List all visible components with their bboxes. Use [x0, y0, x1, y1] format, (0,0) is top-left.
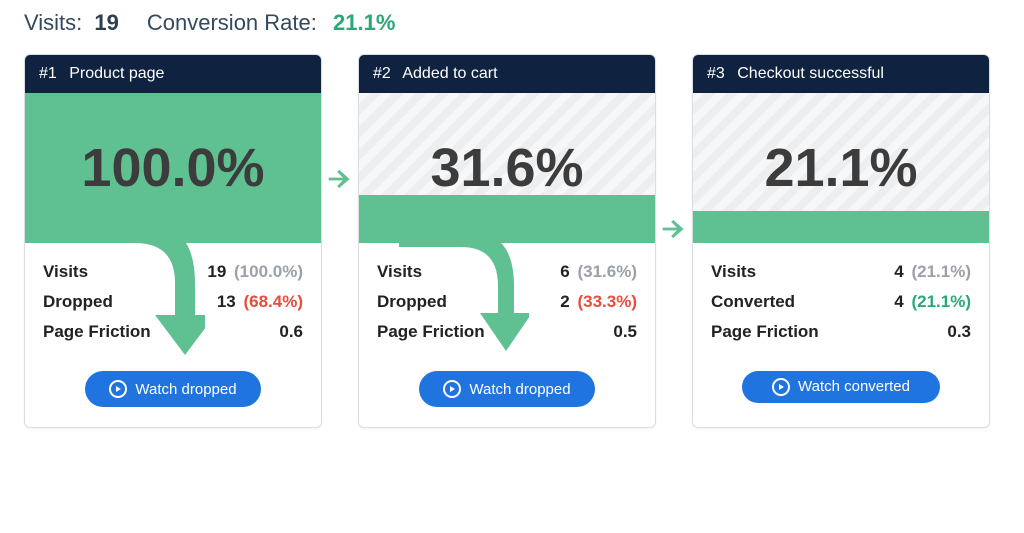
stat-label: Visits: [711, 262, 756, 282]
stat-value: 4: [894, 292, 903, 311]
step-title: Checkout successful: [737, 65, 884, 82]
stat-row-friction: Page Friction 0.3: [711, 317, 971, 347]
stat-value: 4: [894, 262, 903, 281]
visits-label: Visits:: [24, 10, 82, 35]
step-percent: 21.1%: [764, 137, 917, 199]
button-label: Watch dropped: [469, 381, 570, 398]
stat-pct: (68.4%): [243, 292, 303, 311]
stat-row-converted: Converted 4 (21.1%): [711, 287, 971, 317]
percent-zone: 100.0%: [25, 93, 321, 243]
stat-value: 0.6: [279, 322, 303, 342]
stat-value: 0.5: [613, 322, 637, 342]
step-header: #2 Added to cart: [359, 55, 655, 93]
step-title: Product page: [69, 65, 164, 82]
stat-value: 0.3: [947, 322, 971, 342]
arrow-right-icon: [323, 162, 357, 196]
step-percent: 100.0%: [81, 137, 264, 199]
drop-arrow-icon: [399, 231, 529, 381]
conversion-rate-label: Conversion Rate:: [147, 10, 317, 35]
stat-value: 6: [560, 262, 569, 281]
button-label: Watch dropped: [135, 381, 236, 398]
button-label: Watch converted: [798, 378, 910, 396]
stat-value-wrap: 2 (33.3%): [560, 292, 637, 312]
stat-pct: (100.0%): [234, 262, 303, 281]
rate-summary: Conversion Rate: 21.1%: [147, 10, 396, 36]
percent-band: [693, 211, 989, 243]
stat-value-wrap: 4 (21.1%): [894, 262, 971, 282]
step-stats: Visits 4 (21.1%) Converted 4 (21.1%) Pag…: [693, 243, 989, 353]
stat-label: Converted: [711, 292, 795, 312]
stat-value-wrap: 6 (31.6%): [560, 262, 637, 282]
connector: [322, 54, 358, 428]
stat-pct: (31.6%): [577, 262, 637, 281]
step-percent: 31.6%: [430, 137, 583, 199]
step-header: #3 Checkout successful: [693, 55, 989, 93]
stat-value-wrap: 13 (68.4%): [217, 292, 303, 312]
step-rank: #1: [39, 65, 57, 82]
percent-zone: 21.1%: [693, 93, 989, 243]
stat-value: 13: [217, 292, 236, 311]
stat-value-wrap: 19 (100.0%): [207, 262, 303, 282]
arrow-right-icon: [657, 212, 691, 246]
stat-label: Page Friction: [711, 322, 819, 342]
stat-value-wrap: 4 (21.1%): [894, 292, 971, 312]
stat-value: 19: [207, 262, 226, 281]
stat-row-visits: Visits 4 (21.1%): [711, 257, 971, 287]
visits-summary: Visits: 19: [24, 10, 119, 36]
stat-value: 2: [560, 292, 569, 311]
button-wrapper: Watch converted: [693, 353, 989, 423]
percent-zone: 31.6%: [359, 93, 655, 243]
stat-pct: (33.3%): [577, 292, 637, 311]
connector: [656, 54, 692, 428]
summary-header: Visits: 19 Conversion Rate: 21.1%: [24, 10, 1000, 36]
step-title: Added to cart: [402, 65, 497, 82]
conversion-rate-value: 21.1%: [333, 10, 395, 35]
funnel-step-1: #1 Product page 100.0% Visits 19 (100.0%…: [24, 54, 322, 428]
visits-value: 19: [94, 10, 118, 35]
step-rank: #3: [707, 65, 725, 82]
funnel-step-2: #2 Added to cart 31.6% Visits 6 (31.6%) …: [358, 54, 656, 428]
step-rank: #2: [373, 65, 391, 82]
play-icon: [443, 380, 461, 398]
drop-arrow-icon: [65, 223, 205, 383]
watch-converted-button[interactable]: Watch converted: [742, 371, 940, 403]
play-icon: [772, 378, 790, 396]
stat-pct: (21.1%): [911, 292, 971, 311]
step-header: #1 Product page: [25, 55, 321, 93]
stat-pct: (21.1%): [911, 262, 971, 281]
funnel-step-3: #3 Checkout successful 21.1% Visits 4 (2…: [692, 54, 990, 428]
funnel-container: #1 Product page 100.0% Visits 19 (100.0%…: [24, 54, 1000, 428]
